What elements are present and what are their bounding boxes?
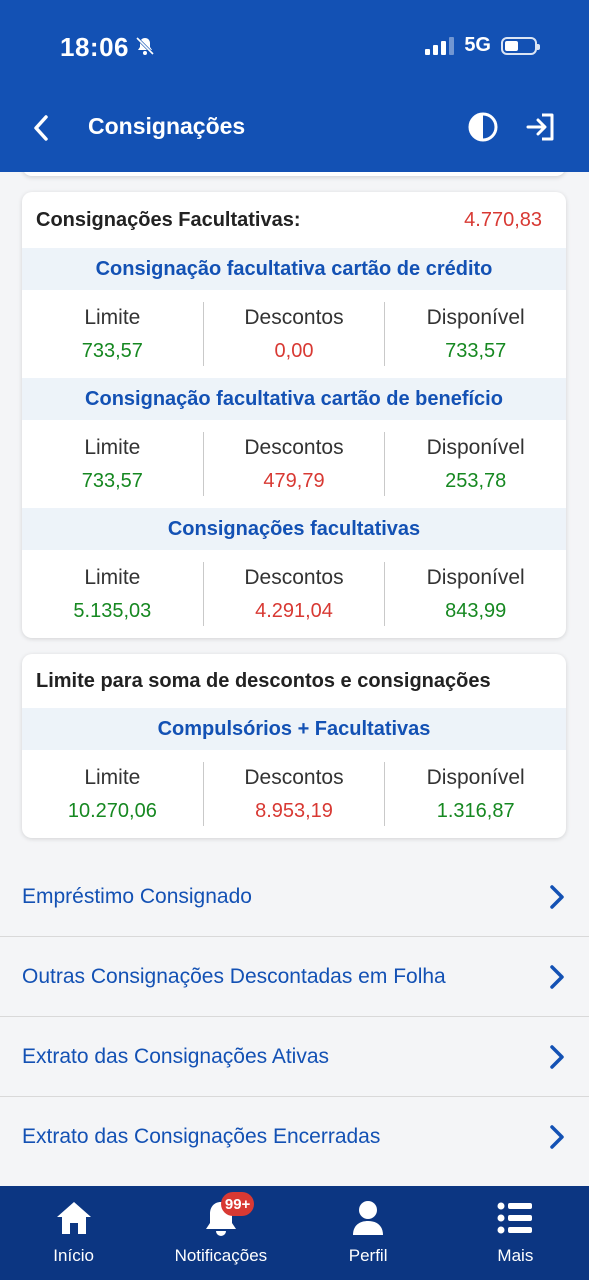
limite-value: 733,57 [81,339,143,362]
scroll-content[interactable]: Consignações Facultativas: 4.770,83 Cons… [0,172,589,1186]
descontos-value: 0,00 [274,339,314,362]
disponivel-value: 1.316,87 [436,799,515,822]
link-outras-consignacoes[interactable]: Outras Consignações Descontadas em Folha [0,937,589,1017]
limite-column: Limite 733,57 [22,432,203,496]
disponivel-column: Disponível 733,57 [384,302,566,366]
card-title: Consignações Facultativas: [36,208,301,231]
link-label: Extrato das Consignações Encerradas [22,1125,381,1148]
descontos-column: Descontos 4.291,04 [202,562,385,626]
tab-perfil[interactable]: Perfil [295,1186,442,1280]
title-bar: Consignações [0,100,589,156]
bell-icon: 99+ [201,1192,255,1238]
limite-column: Limite 733,57 [22,302,203,366]
logout-button[interactable] [524,110,558,144]
disponivel-label: Disponível [426,765,525,789]
tab-mais[interactable]: Mais [442,1186,589,1280]
tab-label: Início [53,1246,94,1265]
descontos-label: Descontos [244,435,344,459]
descontos-column: Descontos 0,00 [202,302,385,366]
card-total: 4.770,83 [464,208,542,231]
section-title-compulsorios-facultativas: Compulsórios + Facultativas [22,708,566,750]
app-header: 18:06 5G Consignações [0,0,589,172]
page-title: Consignações [88,113,246,139]
disponivel-label: Disponível [426,435,525,459]
descontos-label: Descontos [244,565,344,589]
values-row-cartao-credito: Limite 733,57 Descontos 0,00 Disponível … [22,290,566,378]
tab-label: Notificações [174,1246,268,1265]
card-title: Limite para soma de descontos e consigna… [36,669,491,692]
descontos-label: Descontos [244,765,344,789]
status-bar: 18:06 5G [0,0,589,96]
disponivel-value: 733,57 [445,339,507,362]
clock-text: 18:06 [60,32,129,62]
menu-list-icon [495,1198,535,1238]
contrast-icon [468,112,498,142]
link-label: Empréstimo Consignado [22,884,252,908]
limite-label: Limite [84,765,141,789]
tab-inicio[interactable]: Início [0,1186,147,1280]
contrast-button[interactable] [466,110,500,144]
chevron-right-icon [550,1125,564,1149]
link-extrato-ativas[interactable]: Extrato das Consignações Ativas [0,1017,589,1097]
cellular-signal-icon [425,36,455,55]
bell-muted-icon [135,32,155,63]
link-label: Outras Consignações Descontadas em Folha [22,964,446,988]
disponivel-value: 843,99 [445,599,507,622]
descontos-column: Descontos 8.953,19 [202,762,385,826]
notification-badge: 99+ [220,1192,255,1216]
tab-label: Perfil [348,1246,388,1265]
link-extrato-encerradas[interactable]: Extrato das Consignações Encerradas [0,1097,589,1177]
facultativas-card: Consignações Facultativas: 4.770,83 Cons… [22,192,566,638]
descontos-label: Descontos [244,305,344,329]
limite-value: 733,57 [81,469,143,492]
limite-label: Limite [84,305,141,329]
limite-column: Limite 5.135,03 [22,562,203,626]
chevron-right-icon [550,1044,564,1069]
values-row-cartao-beneficio: Limite 733,57 Descontos 479,79 Disponíve… [22,420,566,508]
disponivel-column: Disponível 843,99 [384,562,566,626]
limite-value: 10.270,06 [67,799,157,822]
network-type: 5G [464,34,491,56]
home-icon [54,1198,94,1238]
back-button[interactable] [26,112,56,144]
disponivel-column: Disponível 253,78 [384,432,566,496]
limite-column: Limite 10.270,06 [22,762,203,826]
disponivel-value: 253,78 [445,469,507,492]
card-header: Consignações Facultativas: 4.770,83 [22,192,566,248]
section-title-cartao-beneficio: Consignação facultativa cartão de benefí… [22,378,566,420]
sign-out-icon [526,113,554,141]
values-row-consignacoes-facultativas: Limite 5.135,03 Descontos 4.291,04 Dispo… [22,550,566,638]
limite-value: 5.135,03 [73,599,152,622]
chevron-left-icon [34,115,48,141]
person-icon [348,1198,388,1238]
tab-notificacoes[interactable]: 99+ Notificações [147,1186,294,1280]
tab-label: Mais [497,1246,534,1265]
disponivel-label: Disponível [426,565,525,589]
values-row-compulsorios-facultativas: Limite 10.270,06 Descontos 8.953,19 Disp… [22,750,566,838]
limite-label: Limite [84,435,141,459]
link-emprestimo-consignado[interactable]: Empréstimo Consignado [0,857,589,937]
battery-icon [501,36,540,55]
link-label: Extrato das Consignações Ativas [22,1044,330,1068]
card-header: Limite para soma de descontos e consigna… [22,654,566,708]
descontos-value: 4.291,04 [255,599,333,622]
descontos-value: 479,79 [263,469,325,492]
disponivel-column: Disponível 1.316,87 [384,762,566,826]
chevron-right-icon [550,964,564,989]
chevron-right-icon [550,884,564,909]
status-time: 18:06 [60,32,155,63]
section-title-consignacoes-facultativas: Consignações facultativas [22,508,566,550]
disponivel-label: Disponível [426,305,525,329]
descontos-value: 8.953,19 [255,799,333,822]
soma-limite-card: Limite para soma de descontos e consigna… [22,654,566,838]
descontos-column: Descontos 479,79 [202,432,385,496]
previous-card-edge [22,172,566,176]
limite-label: Limite [84,565,141,589]
bottom-navigation: Início 99+ Notificações Perfil Mais [0,1186,589,1280]
status-indicators: 5G [425,34,540,57]
section-title-cartao-credito: Consignação facultativa cartão de crédit… [22,248,566,290]
